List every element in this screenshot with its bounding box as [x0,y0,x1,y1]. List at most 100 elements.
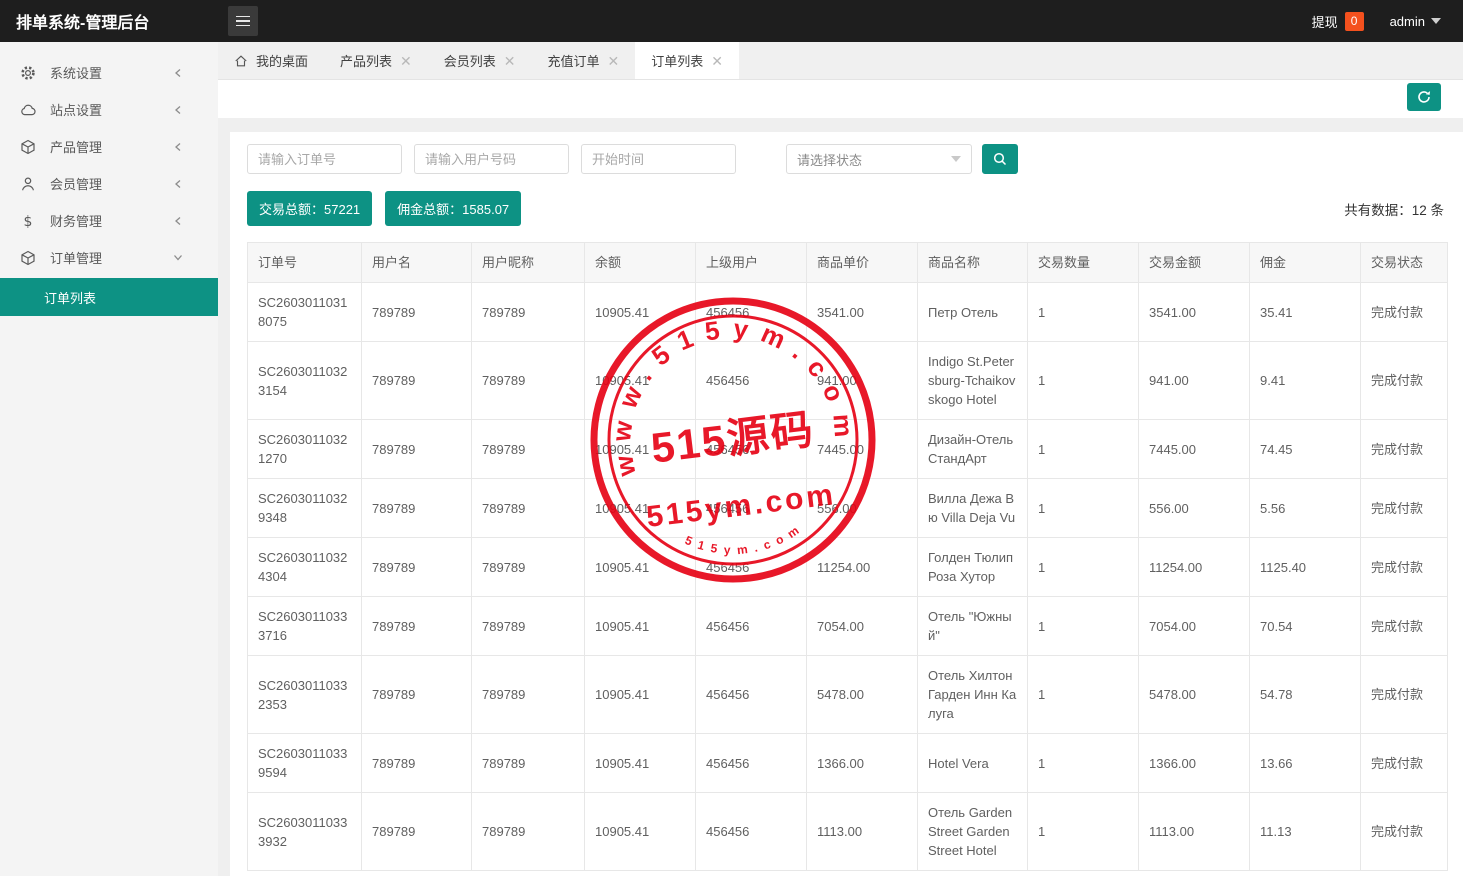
table-cell: 789789 [362,597,472,656]
table-cell: 13.66 [1250,734,1361,793]
table-cell: 11254.00 [807,538,918,597]
tab-label: 我的桌面 [256,51,308,70]
refresh-button[interactable] [1407,83,1441,111]
table-row: SC2603011032430478978978978910905.414564… [248,538,1448,597]
withdraw-menu-item[interactable]: 提现 0 [1312,12,1364,31]
tab-member-list[interactable]: 会员列表 ✕ [428,42,532,79]
close-icon[interactable]: ✕ [711,54,723,68]
order-table: 订单号 用户名 用户昵称 余额 上级用户 商品单价 商品名称 交易数量 交易金额… [247,242,1448,871]
col-quantity: 交易数量 [1028,243,1139,283]
table-cell: 789789 [362,538,472,597]
table-row: SC2603011032934878978978978910905.414564… [248,479,1448,538]
table-cell: 完成付款 [1361,793,1448,871]
sidebar-item-order-list-active[interactable]: 订单列表 [0,278,218,316]
sidebar-item-system-settings[interactable]: 系统设置 [0,54,218,91]
table-cell: 556.00 [1139,479,1250,538]
start-time-input[interactable] [581,144,736,174]
table-cell: SC26030110333716 [248,597,362,656]
table-cell: 789789 [472,538,585,597]
sidebar-toggle-button[interactable] [228,6,258,36]
tab-label: 订单列表 [651,51,703,70]
cloud-icon [20,102,36,118]
table-cell: 1 [1028,342,1139,420]
admin-username: admin [1390,14,1425,29]
table-cell: 10905.41 [585,538,696,597]
tab-recharge-orders[interactable]: 充值订单 ✕ [532,42,636,79]
table-cell: 35.41 [1250,283,1361,342]
commission-total-badge: 佣金总额：1585.07 [385,191,521,226]
close-icon[interactable]: ✕ [608,54,620,68]
table-cell: 1 [1028,479,1139,538]
tab-my-desktop[interactable]: 我的桌面 [218,42,324,79]
search-button[interactable] [982,144,1018,174]
tab-label: 产品列表 [340,51,392,70]
order-number-input[interactable] [247,144,402,174]
gear-icon [20,65,36,81]
tab-order-list-active[interactable]: 订单列表 ✕ [635,42,739,79]
cube-icon [20,250,36,266]
cube-icon [20,139,36,155]
col-commission: 佣金 [1250,243,1361,283]
table-cell: 10905.41 [585,283,696,342]
table-cell: Вилла Дежа Вю Villa Deja Vu [918,479,1028,538]
sidebar-item-label: 财务管理 [50,211,102,230]
table-cell: 完成付款 [1361,597,1448,656]
table-cell: SC26030110324304 [248,538,362,597]
table-cell: 456456 [696,734,807,793]
table-cell: 789789 [472,420,585,479]
col-product-name: 商品名称 [918,243,1028,283]
toolbar-strip [218,80,1463,118]
table-row: SC2603011033371678978978978910905.414564… [248,597,1448,656]
table-cell: 10905.41 [585,656,696,734]
top-header: 排单系统-管理后台 提现 0 admin [0,0,1463,42]
table-cell: 456456 [696,656,807,734]
table-cell: 789789 [362,420,472,479]
sidebar-item-label: 系统设置 [50,63,102,82]
sidebar-item-label: 订单管理 [50,248,102,267]
chevron-left-icon [170,105,186,115]
table-cell: 54.78 [1250,656,1361,734]
tab-product-list[interactable]: 产品列表 ✕ [324,42,428,79]
sidebar-subitem-label: 订单列表 [44,288,96,307]
close-icon[interactable]: ✕ [400,54,412,68]
close-icon[interactable]: ✕ [504,54,516,68]
chevron-left-icon [170,216,186,226]
chevron-down-icon [1431,18,1441,24]
sidebar-item-label: 产品管理 [50,137,102,156]
table-cell: Indigo St.Petersburg-Tchaikovskogo Hotel [918,342,1028,420]
chevron-down-icon [951,156,961,162]
table-cell: 789789 [362,793,472,871]
total-count: 共有数据：12 条 [1344,199,1448,219]
sidebar-item-product-management[interactable]: 产品管理 [0,128,218,165]
table-row: SC2603011033393278978978978910905.414564… [248,793,1448,871]
trade-total-badge: 交易总额：57221 [247,191,372,226]
table-cell: 789789 [472,283,585,342]
table-cell: 7054.00 [1139,597,1250,656]
table-cell: 10905.41 [585,342,696,420]
tab-label: 会员列表 [444,51,496,70]
table-cell: 1125.40 [1250,538,1361,597]
app-title: 排单系统-管理后台 [0,9,218,33]
filter-bar: 请选择状态 [247,144,1448,174]
table-cell: 456456 [696,793,807,871]
table-cell: 74.45 [1250,420,1361,479]
table-cell: 7445.00 [1139,420,1250,479]
table-row: SC2603011033959478978978978910905.414564… [248,734,1448,793]
user-number-input[interactable] [414,144,569,174]
order-list-panel: 请选择状态 交易总额：57221 佣金总额：1585.07 共有数据：12 条 … [230,132,1463,876]
table-cell: SC26030110323154 [248,342,362,420]
status-select[interactable]: 请选择状态 [786,144,972,174]
sidebar-item-finance-management[interactable]: $ 财务管理 [0,202,218,239]
admin-user-menu[interactable]: admin [1390,14,1441,29]
table-cell: 3541.00 [807,283,918,342]
table-cell: SC26030110318075 [248,283,362,342]
table-cell: 456456 [696,420,807,479]
chevron-left-icon [170,179,186,189]
sidebar-item-member-management[interactable]: 会员管理 [0,165,218,202]
table-cell: 789789 [362,656,472,734]
table-cell: 1 [1028,793,1139,871]
sidebar-item-site-settings[interactable]: 站点设置 [0,91,218,128]
chevron-left-icon [170,142,186,152]
sidebar-item-order-management[interactable]: 订单管理 [0,239,218,276]
col-parent-user: 上级用户 [696,243,807,283]
